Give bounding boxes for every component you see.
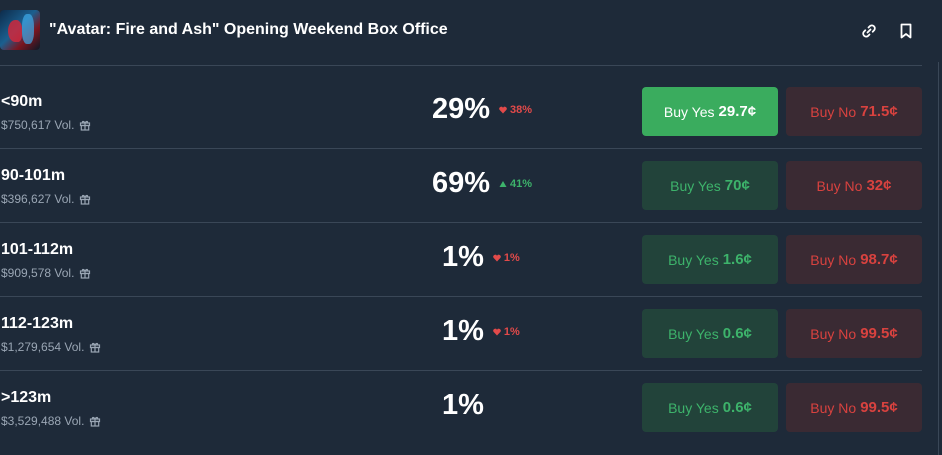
probability-value: 29%: [432, 93, 491, 125]
trend-down-icon: [493, 328, 501, 335]
buy-yes-price: 0.6¢: [722, 399, 752, 416]
buy-no-button[interactable]: Buy No 99.5¢: [786, 309, 922, 358]
trend-down-icon: [499, 106, 507, 113]
outcome-label: >123m: [1, 389, 52, 406]
outcome-label: 112-123m: [1, 315, 74, 332]
buy-yes-button[interactable]: Buy Yes 70¢: [642, 161, 778, 210]
buy-no-label: Buy No: [810, 325, 857, 342]
bookmark-icon[interactable]: [896, 21, 916, 41]
outcome-label: 101-112m: [1, 241, 74, 258]
buy-yes-price: 1.6¢: [722, 251, 752, 268]
probability: 1% 1%: [442, 241, 520, 274]
volume-text: $396,627 Vol.: [1, 192, 75, 206]
outcome-row: <90m $750,617 Vol. 29% 38% Buy Yes 29.7¢ Buy N…: [0, 75, 922, 149]
buy-yes-button[interactable]: Buy Yes 29.7¢: [642, 87, 778, 136]
volume-label: $909,578 Vol.: [1, 266, 91, 280]
volume-text: $909,578 Vol.: [1, 266, 75, 280]
buy-no-price: 32¢: [866, 177, 892, 194]
volume-text: $750,617 Vol.: [1, 118, 75, 132]
outcome-list: <90m $750,617 Vol. 29% 38% Buy Yes 29.7¢ Buy N…: [0, 75, 922, 444]
probability: 69% 41%: [432, 167, 532, 200]
outcome-row: >123m $3,529,488 Vol. 1% Buy Yes 0.6¢ Buy No 9…: [0, 371, 922, 444]
header-divider: [0, 65, 922, 66]
gift-icon[interactable]: [89, 415, 101, 427]
buy-yes-button[interactable]: Buy Yes 0.6¢: [642, 383, 778, 432]
gift-icon[interactable]: [79, 119, 91, 131]
buy-yes-price: 0.6¢: [722, 325, 752, 342]
probability: 29% 38%: [432, 93, 532, 126]
buy-yes-button[interactable]: Buy Yes 0.6¢: [642, 309, 778, 358]
buy-no-button[interactable]: Buy No 32¢: [786, 161, 922, 210]
gift-icon[interactable]: [79, 267, 91, 279]
buy-no-label: Buy No: [810, 251, 857, 268]
buy-yes-button[interactable]: Buy Yes 1.6¢: [642, 235, 778, 284]
buy-no-price: 99.5¢: [860, 325, 898, 342]
outcome-row: 101-112m $909,578 Vol. 1% 1% Buy Yes 1.6¢ Buy …: [0, 223, 922, 297]
buy-no-price: 99.5¢: [860, 399, 898, 416]
change-indicator: 1%: [493, 252, 520, 264]
link-icon[interactable]: [859, 21, 879, 41]
buy-yes-label: Buy Yes: [668, 325, 719, 342]
probability-value: 1%: [442, 315, 484, 347]
scroll-track: [938, 62, 939, 455]
buy-no-price: 98.7¢: [860, 251, 898, 268]
volume-label: $1,279,654 Vol.: [1, 340, 101, 354]
market-header: "Avatar: Fire and Ash" Opening Weekend B…: [0, 0, 942, 66]
probability-value: 1%: [442, 241, 484, 273]
buy-no-label: Buy No: [810, 103, 857, 120]
probability: 1%: [442, 389, 484, 422]
volume-label: $3,529,488 Vol.: [1, 414, 101, 428]
buy-yes-label: Buy Yes: [668, 251, 719, 268]
buy-no-button[interactable]: Buy No 98.7¢: [786, 235, 922, 284]
movie-poster-thumbnail: [0, 10, 40, 50]
outcome-row: 112-123m $1,279,654 Vol. 1% 1% Buy Yes 0.6¢ Bu…: [0, 297, 922, 371]
outcome-label: <90m: [1, 93, 43, 110]
trend-down-icon: [493, 254, 501, 261]
outcome-label: 90-101m: [1, 167, 66, 184]
trend-up-icon: [499, 180, 507, 187]
volume-text: $3,529,488 Vol.: [1, 414, 85, 428]
buy-no-price: 71.5¢: [860, 103, 898, 120]
change-indicator: 41%: [499, 178, 532, 190]
buy-yes-price: 29.7¢: [718, 103, 757, 120]
buy-yes-label: Buy Yes: [663, 103, 715, 120]
volume-label: $396,627 Vol.: [1, 192, 91, 206]
page-title: "Avatar: Fire and Ash" Opening Weekend B…: [49, 21, 448, 38]
change-value: 1%: [503, 325, 520, 338]
change-value: 38%: [510, 103, 533, 116]
buy-no-label: Buy No: [816, 177, 863, 194]
gift-icon[interactable]: [79, 193, 91, 205]
outcome-row: 90-101m $396,627 Vol. 69% 41% Buy Yes 70¢ Buy …: [0, 149, 922, 223]
probability-value: 1%: [442, 389, 484, 421]
buy-no-button[interactable]: Buy No 71.5¢: [786, 87, 922, 136]
change-value: 41%: [510, 177, 533, 190]
probability-value: 69%: [432, 167, 491, 199]
change-indicator: 1%: [493, 326, 520, 338]
buy-yes-label: Buy Yes: [668, 399, 719, 416]
volume-label: $750,617 Vol.: [1, 118, 91, 132]
volume-text: $1,279,654 Vol.: [1, 340, 85, 354]
probability: 1% 1%: [442, 315, 520, 348]
change-indicator: 38%: [499, 104, 532, 116]
change-value: 1%: [503, 251, 520, 264]
buy-no-label: Buy No: [810, 399, 857, 416]
buy-yes-label: Buy Yes: [670, 177, 721, 194]
buy-yes-price: 70¢: [724, 177, 750, 194]
buy-no-button[interactable]: Buy No 99.5¢: [786, 383, 922, 432]
gift-icon[interactable]: [89, 341, 101, 353]
